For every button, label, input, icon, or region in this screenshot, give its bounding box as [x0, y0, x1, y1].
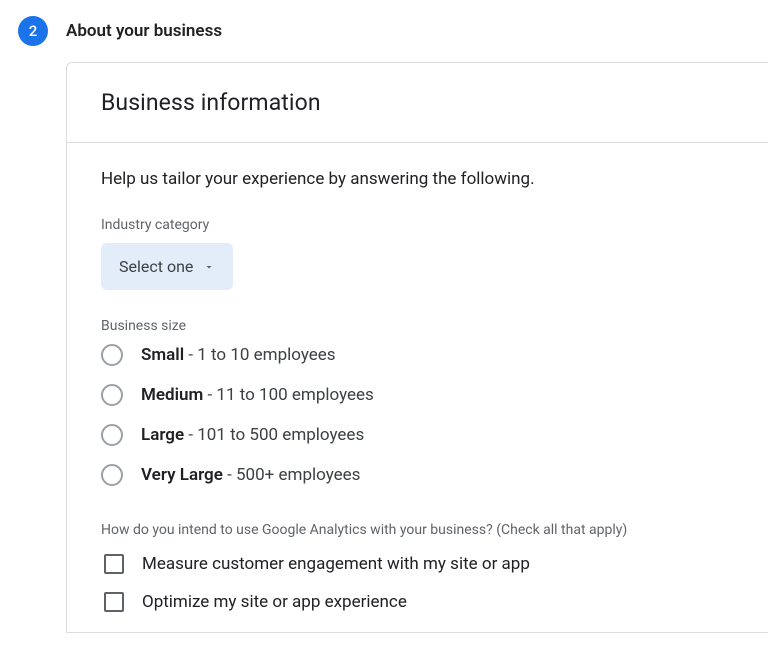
radio-icon: [101, 464, 123, 486]
card-title: Business information: [101, 89, 734, 116]
step-header: 2 About your business: [0, 0, 768, 62]
business-size-option-medium[interactable]: Medium - 11 to 100 employees: [101, 384, 734, 406]
checkbox-label: Measure customer engagement with my site…: [142, 554, 530, 574]
industry-category-label: Industry category: [101, 217, 734, 233]
business-size-option-small[interactable]: Small - 1 to 10 employees: [101, 344, 734, 366]
step-number-badge: 2: [18, 16, 48, 46]
radio-label: Very Large - 500+ employees: [141, 465, 360, 485]
checkbox-label: Optimize my site or app experience: [142, 592, 407, 612]
usage-option-optimize[interactable]: Optimize my site or app experience: [104, 592, 734, 612]
business-size-option-very-large[interactable]: Very Large - 500+ employees: [101, 464, 734, 486]
card-body: Help us tailor your experience by answer…: [67, 143, 768, 632]
business-size-label: Business size: [101, 318, 734, 334]
usage-question-label: How do you intend to use Google Analytic…: [101, 522, 734, 538]
card-header: Business information: [67, 63, 768, 143]
radio-icon: [101, 384, 123, 406]
radio-icon: [101, 344, 123, 366]
industry-category-group: Industry category Select one: [101, 217, 734, 290]
intro-text: Help us tailor your experience by answer…: [101, 169, 734, 189]
usage-checkbox-list: Measure customer engagement with my site…: [101, 554, 734, 612]
checkbox-icon: [104, 554, 124, 574]
step-title: About your business: [66, 21, 222, 41]
business-size-group: Business size Small - 1 to 10 employees …: [101, 318, 734, 486]
business-size-option-large[interactable]: Large - 101 to 500 employees: [101, 424, 734, 446]
business-info-card: Business information Help us tailor your…: [66, 62, 768, 633]
usage-option-engagement[interactable]: Measure customer engagement with my site…: [104, 554, 734, 574]
industry-selected-value: Select one: [119, 257, 193, 276]
radio-label: Medium - 11 to 100 employees: [141, 385, 374, 405]
chevron-down-icon: [203, 261, 215, 273]
radio-icon: [101, 424, 123, 446]
checkbox-icon: [104, 592, 124, 612]
radio-label: Large - 101 to 500 employees: [141, 425, 364, 445]
radio-label: Small - 1 to 10 employees: [141, 345, 336, 365]
industry-category-select[interactable]: Select one: [101, 243, 233, 290]
business-size-radio-list: Small - 1 to 10 employees Medium - 11 to…: [101, 344, 734, 486]
